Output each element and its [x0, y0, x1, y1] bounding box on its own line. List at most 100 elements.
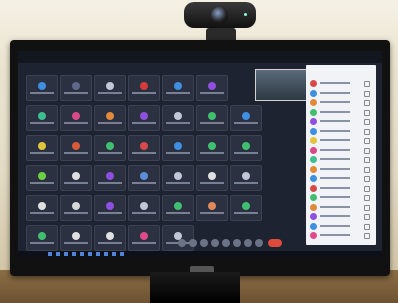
participant-list-item[interactable]: [310, 89, 372, 98]
avatar: [310, 232, 317, 239]
participant-video-tile[interactable]: [230, 135, 262, 161]
participant-list-item[interactable]: [310, 231, 372, 240]
participant-list-item[interactable]: [310, 136, 372, 145]
participant-list-item[interactable]: [310, 212, 372, 221]
participant-video-tile[interactable]: [196, 135, 228, 161]
participant-list-item[interactable]: [310, 155, 372, 164]
mic-icon[interactable]: [364, 166, 370, 173]
mic-icon[interactable]: [364, 204, 370, 211]
reactions-button[interactable]: [255, 239, 263, 247]
mic-icon[interactable]: [364, 157, 370, 163]
avatar: [310, 184, 317, 192]
participant-video-tile[interactable]: [60, 105, 92, 131]
participant-list-item[interactable]: [310, 184, 372, 193]
participant-name-bar: [64, 92, 88, 94]
participant-video-tile[interactable]: [162, 195, 194, 221]
participant-list-item[interactable]: [310, 79, 372, 88]
participant-name: [320, 224, 350, 227]
participant-video-tile[interactable]: [196, 195, 228, 221]
participant-video-tile[interactable]: [162, 105, 194, 131]
taskbar-app-icon[interactable]: [96, 252, 100, 256]
chat-button[interactable]: [222, 239, 230, 247]
participant-list-item[interactable]: [310, 146, 372, 155]
participant-list-item[interactable]: [310, 98, 372, 107]
participant-list-item[interactable]: [310, 117, 372, 126]
participant-video-tile[interactable]: [26, 105, 58, 131]
participant-avatar-icon: [242, 142, 250, 150]
mic-icon[interactable]: [364, 195, 370, 201]
mic-icon[interactable]: [364, 81, 370, 87]
participant-video-tile[interactable]: [94, 135, 126, 161]
taskbar-app-icon[interactable]: [48, 252, 52, 256]
participant-list-item[interactable]: [310, 203, 372, 212]
participant-video-tile[interactable]: [128, 195, 160, 221]
mic-icon[interactable]: [364, 176, 370, 182]
participant-video-tile[interactable]: [162, 135, 194, 161]
mic-icon[interactable]: [364, 119, 370, 125]
participant-list-item[interactable]: [310, 222, 372, 231]
participant-list-item[interactable]: [310, 174, 372, 183]
participant-video-tile[interactable]: [60, 195, 92, 221]
webcam-indicator-light: [244, 13, 247, 16]
participant-video-tile[interactable]: [60, 75, 92, 101]
participants-button[interactable]: [211, 239, 219, 247]
participant-video-tile[interactable]: [230, 105, 262, 131]
participant-list-item[interactable]: [310, 127, 372, 136]
mic-icon[interactable]: [364, 233, 370, 239]
mic-icon[interactable]: [364, 128, 370, 135]
participant-list-item[interactable]: [310, 108, 372, 117]
mic-icon[interactable]: [364, 109, 370, 116]
record-button[interactable]: [244, 239, 252, 247]
mic-icon[interactable]: [364, 90, 370, 97]
mic-icon[interactable]: [364, 223, 370, 230]
participant-video-tile[interactable]: [196, 75, 228, 101]
participant-video-tile[interactable]: [60, 135, 92, 161]
mute-button[interactable]: [178, 239, 186, 247]
mic-icon[interactable]: [364, 214, 370, 220]
taskbar-app-icon[interactable]: [104, 252, 108, 256]
participant-video-tile[interactable]: [94, 105, 126, 131]
avatar: [310, 99, 317, 106]
participant-video-tile[interactable]: [196, 165, 228, 191]
taskbar-app-icon[interactable]: [56, 252, 60, 256]
avatar: [310, 127, 317, 135]
participant-video-tile[interactable]: [26, 165, 58, 191]
mic-icon[interactable]: [364, 138, 370, 144]
participant-video-tile[interactable]: [60, 165, 92, 191]
participant-video-tile[interactable]: [26, 75, 58, 101]
participant-video-tile[interactable]: [94, 75, 126, 101]
taskbar-app-icon[interactable]: [88, 252, 92, 256]
participant-video-tile[interactable]: [26, 195, 58, 221]
participant-video-tile[interactable]: [128, 75, 160, 101]
participant-video-tile[interactable]: [94, 195, 126, 221]
participant-list-item[interactable]: [310, 193, 372, 202]
mic-icon[interactable]: [364, 100, 370, 106]
taskbar-app-icon[interactable]: [112, 252, 116, 256]
participant-name-bar: [98, 152, 122, 154]
participant-avatar-icon: [208, 142, 216, 150]
share-button[interactable]: [233, 239, 241, 247]
leave-button[interactable]: [268, 239, 282, 247]
taskbar-app-icon[interactable]: [72, 252, 76, 256]
taskbar-app-icon[interactable]: [120, 252, 124, 256]
security-button[interactable]: [200, 239, 208, 247]
taskbar-app-icon[interactable]: [80, 252, 84, 256]
participant-video-tile[interactable]: [94, 165, 126, 191]
participant-video-tile[interactable]: [26, 135, 58, 161]
taskbar-app-icon[interactable]: [64, 252, 68, 256]
participant-video-tile[interactable]: [128, 105, 160, 131]
participant-video-tile[interactable]: [196, 105, 228, 131]
active-speaker-video[interactable]: [255, 69, 307, 101]
video-button[interactable]: [189, 239, 197, 247]
participant-avatar-icon: [208, 82, 216, 90]
participant-video-tile[interactable]: [162, 75, 194, 101]
participant-video-tile[interactable]: [230, 165, 262, 191]
participant-name-bar: [98, 212, 122, 214]
participant-video-tile[interactable]: [128, 135, 160, 161]
mic-icon[interactable]: [364, 147, 370, 154]
mic-icon[interactable]: [364, 185, 370, 192]
participant-list-item[interactable]: [310, 165, 372, 174]
participant-video-tile[interactable]: [162, 165, 194, 191]
participant-video-tile[interactable]: [128, 165, 160, 191]
participant-video-tile[interactable]: [230, 195, 262, 221]
